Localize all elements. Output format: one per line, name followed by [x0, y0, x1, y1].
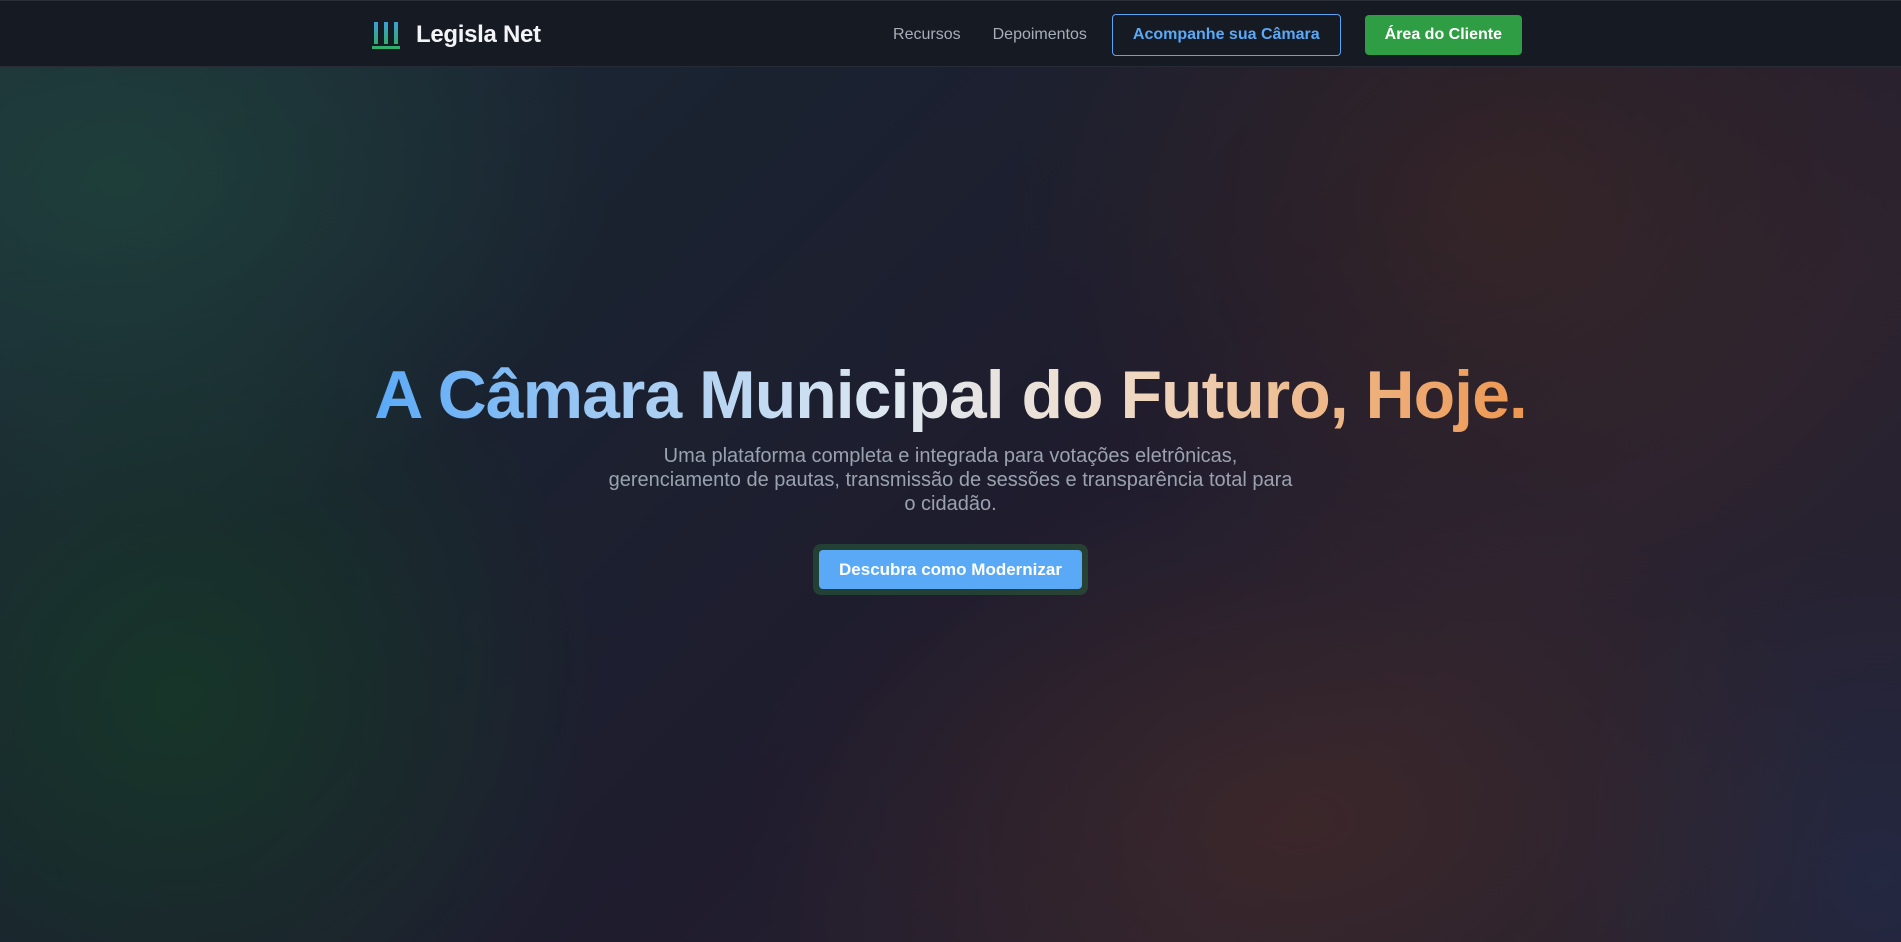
cta-button-halo: Descubra como Modernizar: [813, 544, 1088, 595]
discover-modernize-button[interactable]: Descubra como Modernizar: [819, 550, 1082, 589]
nav-menu: Recursos Depoimentos Acompanhe sua Câmar…: [893, 14, 1522, 56]
brand-name: Legisla Net: [416, 21, 541, 48]
nav-link-depoimentos[interactable]: Depoimentos: [993, 26, 1087, 44]
landing-page: Legisla Net Recursos Depoimentos Acompan…: [0, 0, 1901, 942]
brand-logo-link[interactable]: Legisla Net: [372, 18, 541, 52]
hero-section: A Câmara Municipal do Futuro, Hoje. Uma …: [0, 350, 1901, 595]
client-area-button[interactable]: Área do Cliente: [1364, 15, 1522, 55]
hero-subtitle: Uma plataforma completa e integrada para…: [608, 445, 1293, 515]
hero-title: A Câmara Municipal do Futuro, Hoje.: [374, 350, 1528, 440]
nav-link-recursos[interactable]: Recursos: [893, 26, 961, 44]
columns-logo-icon: [372, 22, 400, 49]
follow-chamber-button[interactable]: Acompanhe sua Câmara: [1111, 14, 1341, 56]
top-navbar: Legisla Net Recursos Depoimentos Acompan…: [0, 0, 1901, 67]
